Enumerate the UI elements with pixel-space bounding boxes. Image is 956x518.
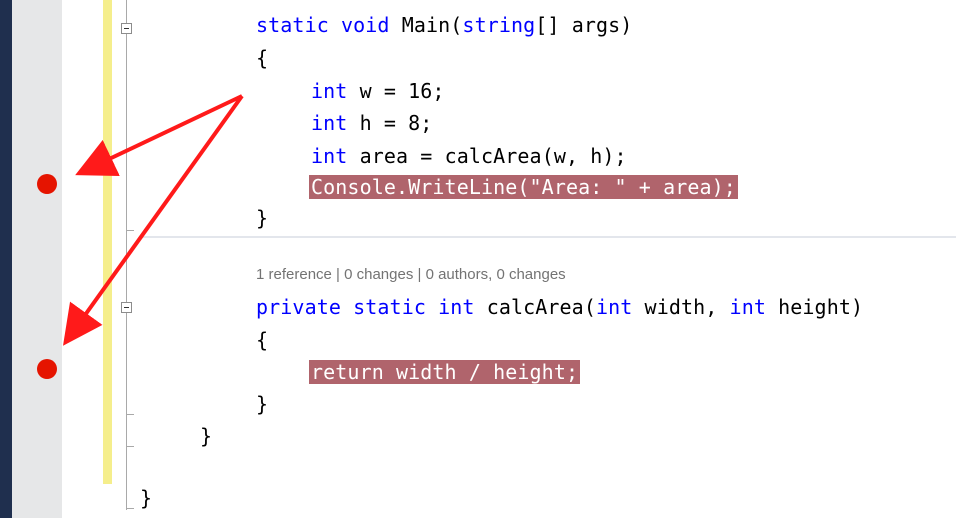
annotation-arrows — [63, 94, 244, 346]
annotation-arrow — [63, 94, 244, 346]
annotation-arrow — [75, 94, 243, 177]
